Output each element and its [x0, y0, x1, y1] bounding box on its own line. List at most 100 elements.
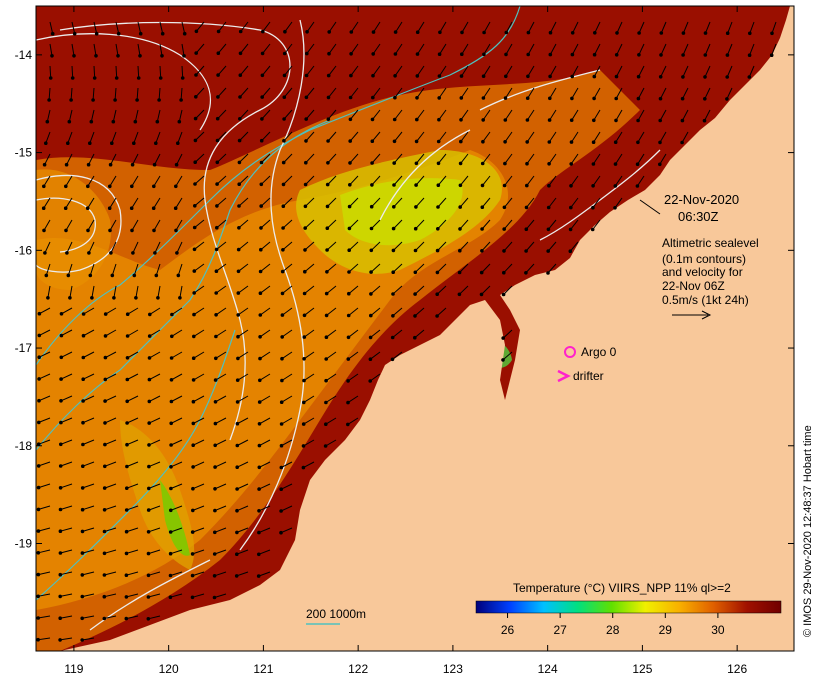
sst-map: 119 120 121 122 123 124 125 126 -14 -15 -16 -17 -18…: [15, 5, 814, 676]
velocity-arrow-head: [154, 273, 159, 278]
depth-label: 200 1000m: [306, 607, 366, 621]
velocity-arrow-head: [81, 399, 85, 403]
velocity-arrow: [137, 65, 140, 79]
velocity-arrow-head: [94, 54, 98, 58]
velocity-arrow-head: [152, 228, 156, 233]
velocity-arrow-head: [613, 140, 618, 144]
velocity-arrow-head: [169, 508, 173, 513]
velocity-arrow-head: [114, 76, 119, 80]
velocity-arrow-head: [133, 119, 138, 124]
velocity-arrow-head: [503, 161, 507, 166]
velocity-arrow-head: [502, 227, 507, 231]
velocity-arrow-head: [680, 118, 685, 123]
velocity-arrow-head: [615, 31, 619, 35]
velocity-arrow-head: [169, 486, 173, 491]
velocity-arrow-head: [260, 117, 264, 121]
velocity-arrow-head: [214, 247, 219, 252]
velocity-arrow-head: [131, 251, 135, 255]
velocity-arrow-head: [36, 572, 41, 577]
velocity-arrow-head: [256, 574, 261, 578]
velocity-arrow-head: [81, 420, 85, 425]
velocity-arrow-head: [182, 54, 186, 58]
velocity-arrow-head: [258, 313, 263, 317]
velocity-arrow-head: [480, 227, 484, 231]
velocity-arrow-head: [279, 422, 284, 426]
lon-tick-label: 120: [159, 662, 179, 676]
velocity-arrow-head: [279, 487, 284, 492]
velocity-arrow-head: [87, 251, 91, 255]
velocity-arrow-head: [182, 31, 187, 36]
velocity-arrow-head: [346, 357, 351, 361]
velocity-arrow-head: [124, 616, 129, 621]
velocity-arrow-head: [436, 205, 440, 209]
velocity-arrow-head: [371, 30, 376, 34]
velocity-arrow-head: [129, 206, 134, 210]
velocity-arrow-head: [282, 95, 287, 99]
lat-tick-label: -14: [15, 48, 33, 62]
velocity-arrow-head: [215, 182, 219, 186]
velocity-arrow-head: [302, 357, 306, 361]
colorbar-tick-label: 26: [501, 623, 515, 637]
velocity-arrow-head: [168, 551, 173, 556]
velocity-arrow-head: [238, 51, 243, 56]
lat-tick-label: -18: [15, 439, 33, 453]
velocity-arrow-head: [548, 96, 552, 101]
credit-label: © IMOS 29-Nov-2020 12:48:37 Hobart time: [802, 425, 814, 637]
velocity-arrow-head: [636, 96, 641, 101]
velocity-arrow-head: [547, 140, 552, 144]
legend-line-2: (0.1m contours): [662, 252, 746, 266]
velocity-arrow-head: [280, 335, 285, 339]
velocity-arrow: [115, 65, 118, 79]
velocity-arrow-head: [302, 378, 306, 383]
velocity-arrow-head: [414, 183, 418, 187]
velocity-arrow-head: [63, 206, 68, 210]
velocity-arrow-head: [125, 356, 130, 360]
velocity-arrow-head: [64, 162, 69, 167]
velocity-arrow-head: [435, 270, 440, 275]
velocity-arrow-head: [147, 356, 152, 360]
velocity-arrow-head: [436, 183, 441, 187]
velocity-arrow-head: [173, 206, 178, 210]
velocity-arrow-head: [548, 52, 553, 57]
velocity-arrow-head: [324, 400, 328, 405]
velocity-arrow-head: [301, 465, 306, 470]
velocity-arrow-head: [58, 486, 63, 490]
velocity-arrow-head: [125, 399, 129, 404]
velocity-arrow-head: [80, 551, 85, 555]
velocity-arrow-head: [235, 508, 239, 513]
velocity-arrow-head: [112, 296, 116, 300]
velocity-arrow-head: [414, 139, 419, 144]
velocity-arrow-head: [415, 117, 419, 122]
velocity-arrow-head: [42, 162, 47, 167]
velocity-arrow-head: [347, 270, 351, 274]
lon-tick-label: 124: [538, 662, 558, 676]
velocity-arrow-head: [216, 51, 221, 55]
velocity-arrow-head: [637, 53, 641, 57]
velocity-arrow-head: [592, 96, 596, 101]
velocity-arrow-head: [58, 464, 63, 468]
legend-line-3: and velocity for: [662, 265, 743, 279]
velocity-arrow-head: [153, 251, 157, 255]
velocity-arrow-head: [178, 296, 182, 300]
velocity-arrow-head: [103, 399, 107, 403]
velocity-arrow-head: [614, 74, 619, 79]
velocity-arrow-head: [570, 96, 574, 101]
velocity-arrow-head: [125, 334, 130, 338]
velocity-arrow-head: [124, 573, 129, 577]
velocity-arrow-head: [591, 205, 595, 210]
velocity-arrow-head: [58, 616, 62, 620]
velocity-arrow-head: [191, 399, 196, 404]
velocity-arrow-head: [438, 30, 442, 35]
velocity-arrow-head: [44, 273, 49, 278]
velocity-arrow-head: [413, 248, 418, 253]
velocity-arrow-head: [725, 97, 729, 101]
velocity-arrow-head: [257, 487, 261, 491]
velocity-arrow-head: [460, 52, 464, 56]
velocity-arrow-head: [258, 335, 262, 339]
lat-tick-label: -15: [15, 146, 33, 160]
velocity-arrow-head: [279, 530, 283, 535]
velocity-arrow-head: [80, 486, 85, 490]
velocity-arrow-head: [569, 205, 573, 210]
velocity-arrow-head: [548, 30, 553, 35]
velocity-arrow-head: [391, 292, 395, 296]
